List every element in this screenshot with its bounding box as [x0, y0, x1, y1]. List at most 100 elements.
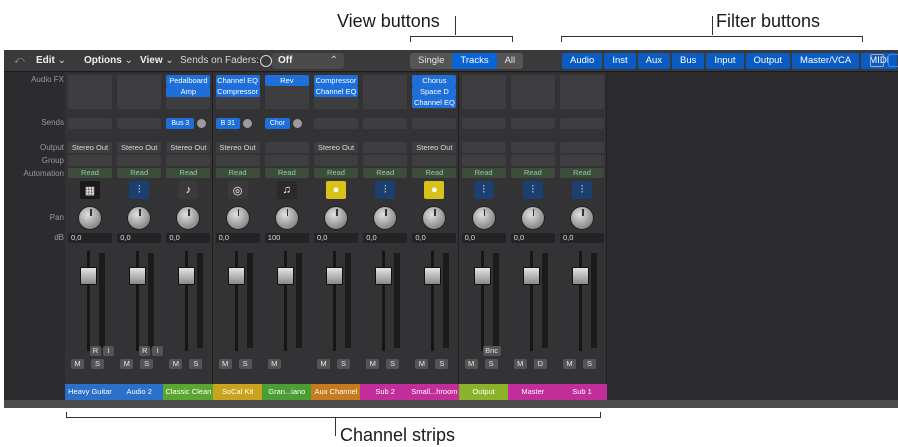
automation-mode[interactable]: Read: [215, 168, 260, 178]
waveform-icon[interactable]: ⫶: [522, 181, 543, 199]
view-menu[interactable]: View ⌄: [140, 53, 174, 69]
filter-input-button[interactable]: Input: [706, 53, 744, 69]
automation-mode[interactable]: Read: [560, 168, 604, 178]
group-slot[interactable]: [510, 155, 555, 166]
send-slot[interactable]: [68, 118, 112, 129]
channel-name[interactable]: Small...hroom: [409, 384, 460, 400]
group-slot[interactable]: [166, 155, 211, 166]
audio-fx-slot[interactable]: Pedalboard: [166, 75, 211, 86]
volume-db-readout[interactable]: 0,0: [363, 233, 408, 243]
pan-knob[interactable]: [274, 206, 299, 230]
output-slot[interactable]: [363, 142, 408, 153]
options-menu[interactable]: Options ⌄: [84, 53, 133, 69]
output-slot[interactable]: Stereo Out: [215, 142, 260, 153]
mute-button[interactable]: M: [120, 359, 134, 369]
automation-mode[interactable]: Read: [461, 168, 506, 178]
solo-button[interactable]: S: [140, 359, 154, 369]
send-slot[interactable]: [117, 118, 162, 129]
pan-knob[interactable]: [570, 206, 594, 230]
mute-button[interactable]: M: [415, 359, 429, 369]
output-slot[interactable]: [264, 142, 309, 153]
fader-track[interactable]: [579, 251, 582, 351]
piano-icon[interactable]: ♫: [276, 181, 297, 199]
audio-fx-slot[interactable]: Channel EQ: [314, 86, 358, 97]
send-slot[interactable]: Bus 3: [166, 118, 210, 129]
output-slot[interactable]: Stereo Out: [166, 142, 211, 153]
pan-knob[interactable]: [324, 206, 348, 230]
audio-fx-slot[interactable]: Rev: [264, 75, 309, 86]
catch-back-icon[interactable]: ⤺: [14, 53, 25, 69]
channel-name[interactable]: Heavy Guitar: [65, 384, 115, 400]
mixer-bottom-scrollbar[interactable]: [4, 400, 898, 408]
mute-button[interactable]: M: [317, 359, 330, 369]
automation-mode[interactable]: Read: [117, 168, 162, 178]
volume-fader[interactable]: [326, 267, 343, 285]
amp-icon[interactable]: ▦: [80, 181, 100, 199]
volume-fader[interactable]: [276, 267, 294, 285]
volume-fader[interactable]: [178, 267, 196, 285]
solo-button[interactable]: S: [484, 359, 498, 369]
aux-icon[interactable]: ●: [424, 181, 445, 199]
volume-db-readout[interactable]: 0,0: [510, 233, 555, 243]
volume-db-readout[interactable]: 0,0: [412, 233, 457, 243]
filter-bus-button[interactable]: Bus: [672, 53, 705, 69]
audio-fx-slot[interactable]: Channel EQ: [215, 75, 260, 86]
audio-fx-area[interactable]: [117, 75, 162, 109]
automation-mode[interactable]: Read: [68, 168, 112, 178]
narrow-strips-icon[interactable]: [870, 54, 884, 67]
pan-knob[interactable]: [127, 206, 152, 230]
waveform-icon[interactable]: ⫶: [129, 181, 150, 199]
output-slot[interactable]: Stereo Out: [117, 142, 162, 153]
mute-button[interactable]: M: [513, 359, 527, 369]
volume-db-readout[interactable]: 0,0: [166, 233, 211, 243]
group-slot[interactable]: [68, 155, 112, 166]
audio-fx-slot[interactable]: Compressor: [215, 86, 260, 97]
volume-fader[interactable]: [80, 267, 97, 285]
view-single-button[interactable]: Single: [410, 53, 452, 69]
solo-button[interactable]: S: [435, 359, 449, 369]
group-slot[interactable]: [412, 155, 457, 166]
solo-button[interactable]: S: [238, 359, 252, 369]
solo-button[interactable]: S: [386, 359, 400, 369]
audio-fx-area[interactable]: [461, 75, 506, 109]
mute-button[interactable]: M: [464, 359, 478, 369]
pan-knob[interactable]: [422, 206, 447, 230]
fader-track[interactable]: [136, 251, 140, 351]
send-slot[interactable]: B 31: [215, 118, 260, 129]
volume-db-readout[interactable]: 0,0: [117, 233, 162, 243]
record-enable-button[interactable]: R: [90, 346, 101, 356]
mute-button[interactable]: M: [366, 359, 380, 369]
channel-name[interactable]: Master: [507, 384, 558, 400]
group-slot[interactable]: [461, 155, 506, 166]
mute-button[interactable]: M: [71, 359, 84, 369]
automation-mode[interactable]: Read: [412, 168, 457, 178]
filter-master-vca-button[interactable]: Master/VCA: [792, 53, 860, 69]
group-slot[interactable]: [215, 155, 260, 166]
volume-fader[interactable]: [375, 267, 393, 285]
volume-db-readout[interactable]: 0,0: [461, 233, 506, 243]
channel-name[interactable]: Classic Clean: [163, 384, 214, 400]
volume-fader[interactable]: [572, 267, 589, 285]
volume-db-readout[interactable]: 0,0: [215, 233, 260, 243]
audio-fx-area[interactable]: [560, 75, 604, 109]
automation-mode[interactable]: Read: [264, 168, 309, 178]
send-slot[interactable]: [314, 118, 358, 129]
volume-fader[interactable]: [522, 267, 540, 285]
input-monitor-button[interactable]: I: [152, 346, 164, 356]
output-slot[interactable]: [510, 142, 555, 153]
channel-name[interactable]: Aux Channel: [311, 384, 361, 400]
fader-track[interactable]: [382, 251, 386, 351]
audio-fx-slot[interactable]: Compressor: [314, 75, 358, 86]
mute-button[interactable]: M: [267, 359, 281, 369]
channel-name[interactable]: Sub 2: [360, 384, 411, 400]
pan-knob[interactable]: [225, 206, 250, 230]
edit-menu[interactable]: Edit ⌄: [36, 53, 66, 69]
pan-knob[interactable]: [176, 206, 201, 230]
audio-fx-slot[interactable]: Chorus: [412, 75, 457, 86]
audio-fx-area[interactable]: [363, 75, 408, 109]
solo-button[interactable]: S: [91, 359, 104, 369]
waveform-icon[interactable]: ⫶: [572, 181, 592, 199]
pan-knob[interactable]: [78, 206, 102, 230]
waveform-icon[interactable]: ⫶: [473, 181, 494, 199]
channel-name[interactable]: Audio 2: [114, 384, 165, 400]
